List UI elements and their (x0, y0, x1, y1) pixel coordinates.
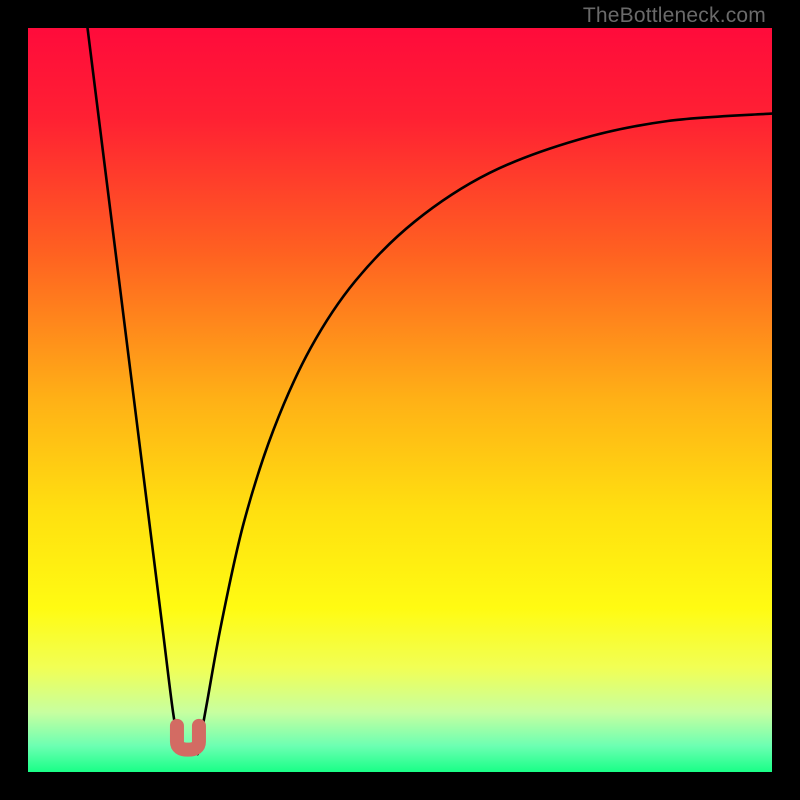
chart-svg (28, 28, 772, 772)
chart-background (28, 28, 772, 772)
attribution-label: TheBottleneck.com (583, 4, 766, 28)
plot-frame (28, 28, 772, 772)
